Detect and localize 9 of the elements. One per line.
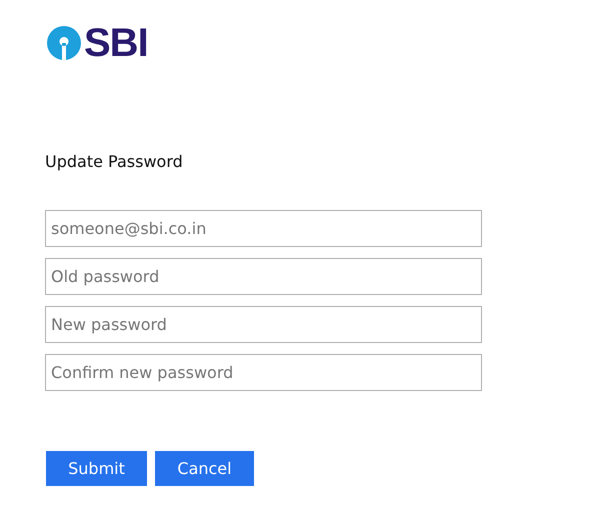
input-field[interactable]: someone@sbi.co.in: [45, 210, 482, 247]
input-field[interactable]: Confirm new password: [45, 354, 482, 391]
input-field[interactable]: New password: [45, 306, 482, 343]
logo-text: SBI: [84, 24, 148, 62]
cancel-button[interactable]: Cancel: [155, 451, 254, 486]
keyhole-logo-icon: [47, 26, 81, 60]
page-heading: Update Password: [45, 152, 184, 172]
submit-button[interactable]: Submit: [46, 451, 147, 486]
input-field[interactable]: Old password: [45, 258, 482, 295]
